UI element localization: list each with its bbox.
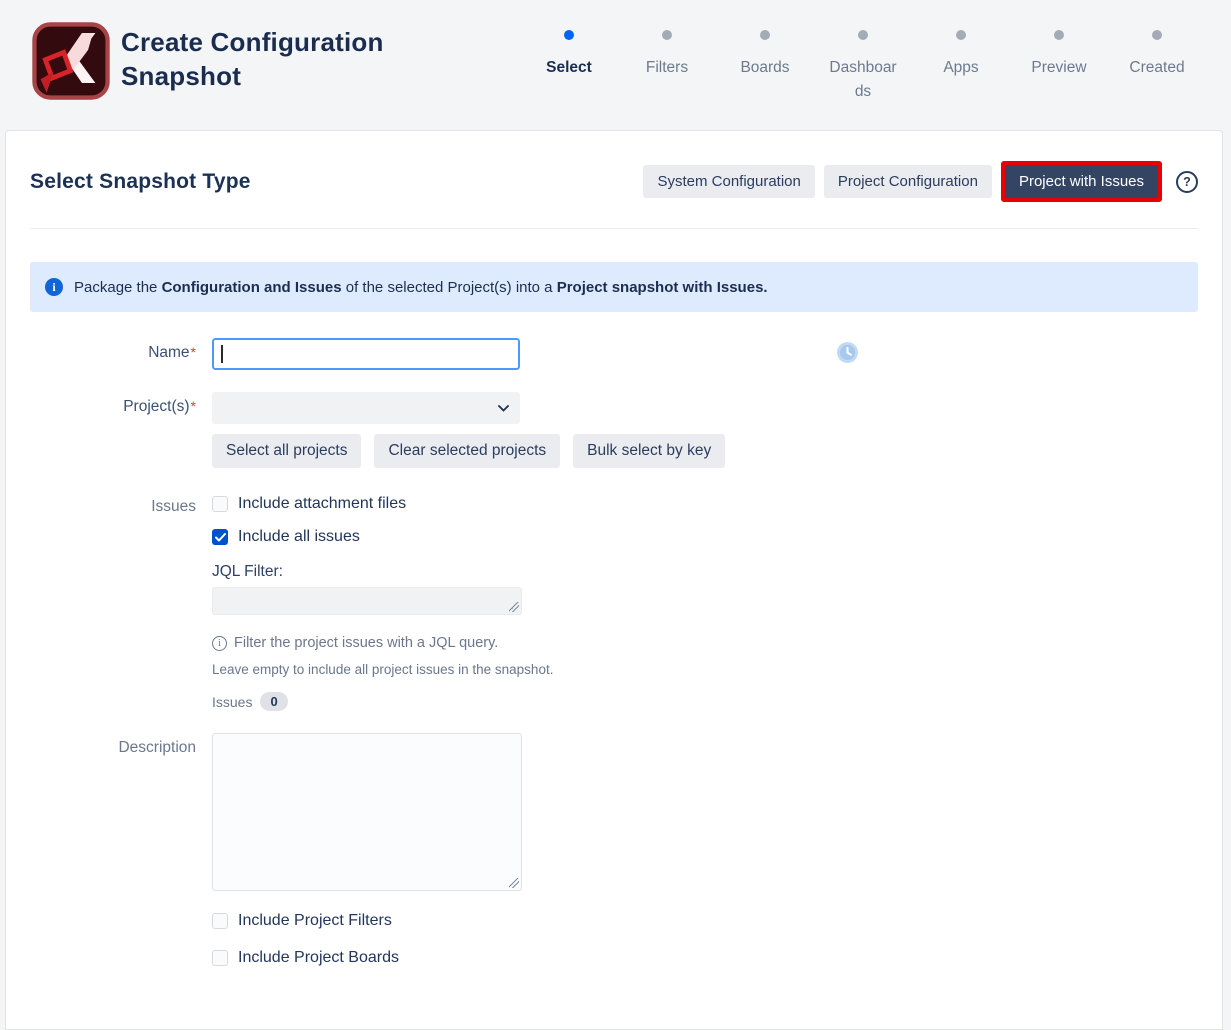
name-row: Name* <box>30 338 1198 370</box>
info-banner-text: Package the Configuration and Issues of … <box>74 279 768 296</box>
step-dot <box>1152 30 1162 40</box>
include-attachment-files-row: Include attachment files <box>212 492 1198 516</box>
checkbox-label[interactable]: Include Project Filters <box>238 912 392 930</box>
description-textarea[interactable] <box>212 733 522 891</box>
required-asterisk: * <box>191 344 196 360</box>
step-created[interactable]: Created <box>1108 22 1206 104</box>
step-dashboards[interactable]: Dashboards <box>814 22 912 104</box>
step-filters[interactable]: Filters <box>618 22 716 104</box>
step-dot-active <box>564 30 574 40</box>
bulk-select-by-key-button[interactable]: Bulk select by key <box>573 434 725 468</box>
select-all-projects-button[interactable]: Select all projects <box>212 434 361 468</box>
step-dot <box>760 30 770 40</box>
step-dot <box>956 30 966 40</box>
issues-label: Issues <box>30 492 212 711</box>
checkbox-label[interactable]: Include attachment files <box>238 495 406 513</box>
include-all-issues-checkbox[interactable] <box>212 529 228 545</box>
include-all-issues-row: Include all issues <box>212 525 1198 549</box>
content-card: Select Snapshot Type System Configuratio… <box>5 130 1223 1030</box>
chevron-down-icon <box>498 405 509 412</box>
step-dot <box>858 30 868 40</box>
app-header: Create Configuration Snapshot Select Fil… <box>0 0 1231 130</box>
system-configuration-button[interactable]: System Configuration <box>643 165 814 198</box>
clear-selected-projects-button[interactable]: Clear selected projects <box>374 434 560 468</box>
issues-row: Issues Include attachment files Include … <box>30 492 1198 711</box>
description-label: Description <box>30 733 212 983</box>
projects-select[interactable] <box>212 392 520 424</box>
step-boards[interactable]: Boards <box>716 22 814 104</box>
jql-helper-text: Filter the project issues with a JQL que… <box>234 635 498 651</box>
name-label: Name* <box>30 338 212 370</box>
extra-options: Include Project Filters Include Project … <box>212 909 1198 970</box>
include-attachment-files-checkbox[interactable] <box>212 496 228 512</box>
info-outline-icon: i <box>212 636 227 651</box>
wizard-stepper: Select Filters Boards Dashboards Apps Pr… <box>520 22 1206 104</box>
snapshot-form: Name* Project(s)* Select all proj <box>30 338 1198 983</box>
info-icon: i <box>45 278 63 296</box>
required-asterisk: * <box>191 398 196 414</box>
resize-handle[interactable] <box>509 602 519 612</box>
issues-count-row: Issues 0 <box>212 692 1198 711</box>
red-highlight-annotation: Project with Issues <box>1001 161 1162 202</box>
name-input[interactable] <box>212 338 520 370</box>
jql-helper: i Filter the project issues with a JQL q… <box>212 635 1198 651</box>
resize-handle[interactable] <box>509 878 519 888</box>
jql-note: Leave empty to include all project issue… <box>212 662 1198 677</box>
check-icon <box>215 533 226 542</box>
help-icon[interactable]: ? <box>1176 171 1198 193</box>
section-title: Select Snapshot Type <box>30 170 634 194</box>
project-configuration-button[interactable]: Project Configuration <box>824 165 992 198</box>
jql-filter-label: JQL Filter: <box>212 563 1198 581</box>
recent-names-clock-icon[interactable] <box>836 341 859 364</box>
step-dot <box>662 30 672 40</box>
step-apps[interactable]: Apps <box>912 22 1010 104</box>
include-project-filters-row: Include Project Filters <box>212 909 1198 933</box>
info-banner: i Package the Configuration and Issues o… <box>30 262 1198 312</box>
include-project-boards-row: Include Project Boards <box>212 946 1198 970</box>
issues-count-label: Issues <box>212 694 252 710</box>
projects-row: Project(s)* Select all projects Clear se… <box>30 392 1198 468</box>
include-project-filters-checkbox[interactable] <box>212 913 228 929</box>
step-preview[interactable]: Preview <box>1010 22 1108 104</box>
step-dot <box>1054 30 1064 40</box>
snapshot-type-header: Select Snapshot Type System Configuratio… <box>30 161 1198 202</box>
checkbox-label[interactable]: Include Project Boards <box>238 949 399 967</box>
project-buttons-group: Select all projects Clear selected proje… <box>212 434 1198 468</box>
step-select[interactable]: Select <box>520 22 618 104</box>
section-divider <box>30 228 1198 229</box>
jql-filter-textarea[interactable] <box>212 587 522 615</box>
include-project-boards-checkbox[interactable] <box>212 950 228 966</box>
checkbox-label[interactable]: Include all issues <box>238 528 360 546</box>
page-title: Create Configuration Snapshot <box>121 26 441 94</box>
configuration-manager-logo-icon <box>32 22 110 100</box>
projects-label: Project(s)* <box>30 392 212 468</box>
text-caret <box>221 345 223 363</box>
project-with-issues-button[interactable]: Project with Issues <box>1005 165 1158 198</box>
issues-count-badge: 0 <box>260 692 287 711</box>
description-row: Description Include Project Filters Incl… <box>30 733 1198 983</box>
